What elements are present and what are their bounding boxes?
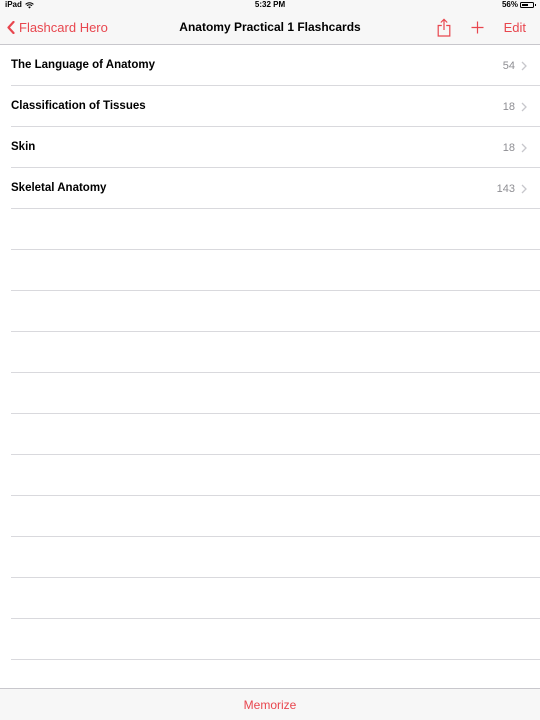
deck-row-language-of-anatomy[interactable]: The Language of Anatomy 54 <box>0 45 540 86</box>
empty-row <box>0 250 540 291</box>
deck-count: 143 <box>496 182 515 195</box>
empty-row <box>0 332 540 373</box>
deck-right: 18 <box>503 127 527 168</box>
deck-list: The Language of Anatomy 54 Classificatio… <box>0 45 540 701</box>
edit-button[interactable]: Edit <box>504 20 526 35</box>
chevron-right-icon <box>521 61 527 70</box>
empty-row <box>0 373 540 414</box>
empty-row <box>0 537 540 578</box>
battery-fill <box>522 4 528 6</box>
chevron-right-icon <box>521 184 527 193</box>
deck-count: 18 <box>502 141 515 154</box>
deck-row-skeletal-anatomy[interactable]: Skeletal Anatomy 143 <box>0 168 540 209</box>
deck-right: 54 <box>503 45 527 86</box>
empty-row <box>0 619 540 660</box>
chevron-right-icon <box>521 143 527 152</box>
deck-right: 18 <box>503 86 527 127</box>
deck-title: Skeletal Anatomy <box>11 182 107 194</box>
empty-row <box>0 291 540 332</box>
share-button[interactable] <box>437 18 451 37</box>
back-button-label: Flashcard Hero <box>19 20 108 35</box>
nav-actions: Edit <box>437 10 526 45</box>
battery-percent: 56% <box>501 0 518 9</box>
empty-row <box>0 209 540 250</box>
back-button[interactable]: Flashcard Hero <box>7 10 108 45</box>
empty-row <box>0 414 540 455</box>
status-bar: iPad 5:32 PM 56% <box>0 0 540 10</box>
navigation-bar: Flashcard Hero Anatomy Practical 1 Flash… <box>0 10 540 45</box>
deck-count: 18 <box>502 100 515 113</box>
deck-title: The Language of Anatomy <box>11 59 155 71</box>
deck-title: Skin <box>11 141 36 153</box>
add-button[interactable] <box>471 21 484 34</box>
plus-icon <box>471 21 484 34</box>
deck-title: Classification of Tissues <box>11 100 146 112</box>
empty-row <box>0 455 540 496</box>
deck-row-classification-of-tissues[interactable]: Classification of Tissues 18 <box>0 86 540 127</box>
status-right: 56% <box>501 0 536 10</box>
share-icon <box>437 18 450 37</box>
chevron-right-icon <box>521 102 527 111</box>
memorize-button[interactable]: Memorize <box>244 698 297 712</box>
battery-icon <box>520 2 536 8</box>
deck-row-skin[interactable]: Skin 18 <box>0 127 540 168</box>
empty-row <box>0 496 540 537</box>
status-time: 5:32 PM <box>254 0 286 9</box>
deck-count: 54 <box>502 59 515 72</box>
empty-row <box>0 578 540 619</box>
deck-right: 143 <box>497 168 527 209</box>
bottom-toolbar: Memorize <box>0 688 540 720</box>
chevron-left-icon <box>7 21 15 34</box>
empty-rows <box>0 209 540 701</box>
